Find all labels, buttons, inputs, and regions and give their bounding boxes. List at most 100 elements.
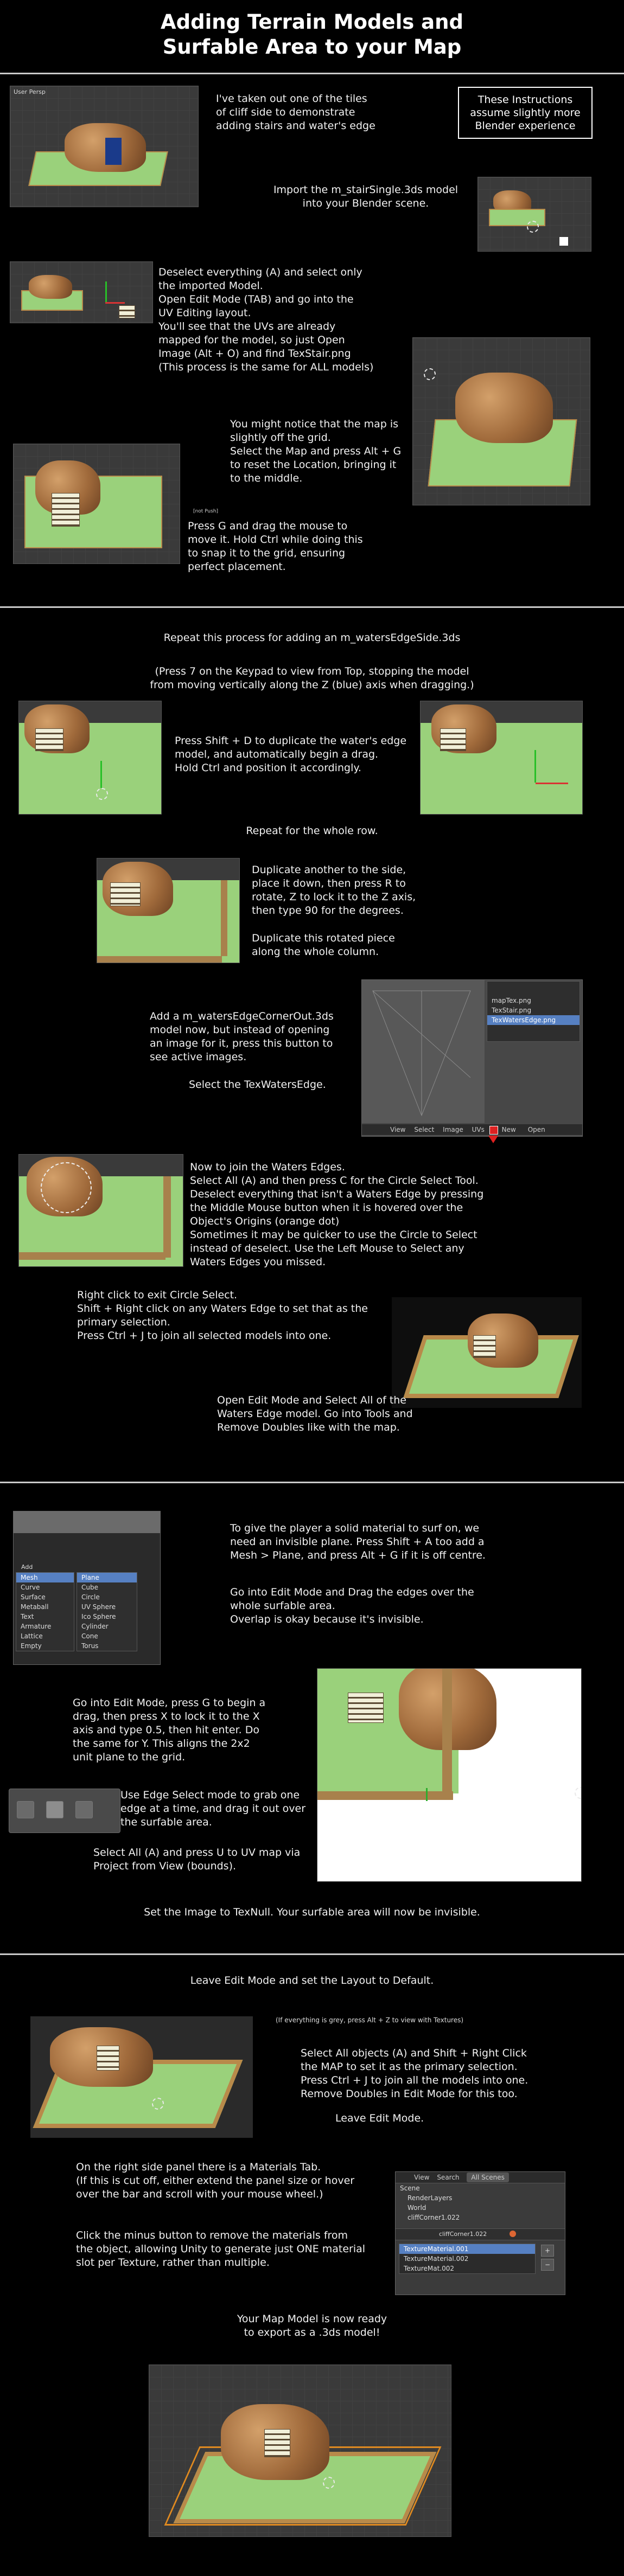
stair-rotate: [110, 882, 141, 906]
mesh-menu-item[interactable]: Cylinder: [77, 1622, 137, 1631]
pressg-text: Press G and drag the mouse to move it. H…: [188, 520, 363, 573]
image-item[interactable]: mapTex.png: [487, 996, 580, 1005]
grey-text: (If everything is grey, press Alt + Z to…: [276, 2016, 464, 2024]
add-material-slot-button[interactable]: +: [541, 2245, 554, 2257]
stair-plane: [348, 1693, 384, 1723]
viewport-final[interactable]: [149, 2364, 451, 2537]
uv-wireframe: [372, 990, 471, 1117]
mesh-menu-item-plane[interactable]: Plane: [77, 1573, 137, 1582]
leave-text: Leave Edit Mode and set the Layout to De…: [190, 1975, 434, 1987]
stair-top: [440, 728, 466, 751]
add-menu-item[interactable]: Metaball: [16, 1602, 74, 1612]
row-text: Repeat for the whole row.: [246, 825, 378, 837]
outliner-item[interactable]: cliffCorner1.022: [396, 2213, 565, 2222]
menu-view[interactable]: View: [365, 1126, 405, 1133]
viewport-default-layout[interactable]: [30, 2016, 253, 2138]
browse-image-button[interactable]: [489, 1126, 498, 1135]
mesh-menu-item[interactable]: UV Sphere: [77, 1602, 137, 1612]
material-slot[interactable]: TextureMaterial.001: [399, 2244, 535, 2254]
join-text: Now to join the Waters Edges. Select All…: [190, 1161, 484, 1268]
outliner-item[interactable]: World: [396, 2203, 565, 2213]
mesh-submenu[interactable]: Plane Cube Circle UV Sphere Ico Sphere C…: [77, 1572, 137, 1651]
mesh-menu-item[interactable]: Cube: [77, 1582, 137, 1592]
waters-edge-row: [97, 956, 222, 963]
scene-filter-dropdown[interactable]: All Scenes: [467, 2173, 509, 2182]
add-menu-item[interactable]: Curve: [16, 1582, 74, 1592]
remove-material-slot-button[interactable]: −: [541, 2259, 554, 2271]
properties-panel[interactable]: View Search All Scenes Scene RenderLayer…: [395, 2171, 565, 2295]
viewport-circle-select[interactable]: [18, 1154, 183, 1267]
leave2-text: Leave Edit Mode.: [335, 2112, 424, 2124]
stair-top: [35, 728, 63, 751]
menu-uvs[interactable]: UVs: [472, 1126, 485, 1133]
viewport-top-left[interactable]: [18, 701, 162, 815]
add-menu-item[interactable]: Armature: [16, 1622, 74, 1631]
stair-model-move: [52, 493, 80, 527]
menu-search[interactable]: Search: [437, 2174, 459, 2181]
viewport-move[interactable]: [13, 444, 180, 564]
cursor-3d: [96, 788, 108, 800]
y-axis-arrow: [100, 761, 102, 788]
open-image-button[interactable]: Open: [528, 1126, 545, 1133]
menu-select[interactable]: Select: [414, 1126, 434, 1133]
mesh-menu-item[interactable]: Cone: [77, 1631, 137, 1641]
stair-joined: [473, 1335, 496, 1358]
rotate-text: Duplicate another to the side, place it …: [252, 864, 416, 917]
viewport-user-persp[interactable]: User Persp: [10, 86, 199, 207]
vertex-select-icon[interactable]: [17, 1801, 34, 1818]
waters-edge-column: [442, 1669, 452, 1793]
grid-text: You might notice that the map is slightl…: [230, 418, 402, 484]
divider: [0, 1953, 624, 1955]
material-slot[interactable]: TextureMaterial.002: [399, 2254, 535, 2264]
materials-text: On the right side panel there is a Mater…: [76, 2161, 355, 2200]
add-menu-item[interactable]: Mesh: [16, 1573, 74, 1582]
menu-view[interactable]: View: [414, 2174, 429, 2181]
image-browser[interactable]: mapTex.png TexStair.png TexWatersEdge.pn…: [487, 981, 580, 1042]
add-menu[interactable]: Mesh Curve Surface Metaball Text Armatur…: [16, 1572, 74, 1651]
viewport-import[interactable]: [477, 177, 591, 252]
y-axis-arrow: [534, 750, 536, 783]
uvmap-text: Select All (A) and press U to UV map via…: [93, 1847, 301, 1872]
outliner-item-scene[interactable]: Scene: [396, 2183, 565, 2193]
viewport-grid[interactable]: [412, 337, 590, 505]
add-menu-item[interactable]: Lattice: [16, 1631, 74, 1641]
mesh-menu-item[interactable]: Torus: [77, 1641, 137, 1651]
x-axis-arrow: [105, 302, 125, 304]
edge-select-icon[interactable]: [46, 1801, 63, 1818]
x-axis-arrow: [536, 783, 568, 784]
new-image-button[interactable]: New: [502, 1126, 516, 1133]
image-item[interactable]: TexStair.png: [487, 1005, 580, 1015]
stair-gap: [105, 138, 122, 165]
image-item-selected[interactable]: TexWatersEdge.png: [487, 1015, 580, 1025]
stair-final: [264, 2429, 290, 2457]
minus-text: Click the minus button to remove the mat…: [76, 2229, 366, 2269]
material-slot[interactable]: TextureMat.002: [399, 2264, 535, 2273]
add-menu-item[interactable]: Text: [16, 1612, 74, 1622]
experience-note-text: These Instructions assume slightly more …: [470, 94, 581, 132]
properties-tabs[interactable]: cliffCorner1.022: [396, 2228, 565, 2240]
materials-tab-icon[interactable]: [510, 2231, 516, 2237]
uv-image-editor[interactable]: mapTex.png TexStair.png TexWatersEdge.pn…: [361, 979, 583, 1137]
cliff-rock-uv: [29, 275, 72, 299]
title-line-1: Adding Terrain Models and: [161, 10, 463, 34]
add-menu-item[interactable]: Empty: [16, 1641, 74, 1651]
experience-note: These Instructions assume slightly more …: [458, 87, 593, 139]
face-select-icon[interactable]: [75, 1801, 93, 1818]
outliner-item[interactable]: RenderLayers: [396, 2193, 565, 2203]
viewport-top-right[interactable]: [420, 701, 583, 815]
red-arrow-icon: [488, 1136, 498, 1143]
menu-image[interactable]: Image: [443, 1126, 463, 1133]
viewport-uv-editing[interactable]: [10, 261, 153, 323]
page-title: Adding Terrain Models and Surfable Area …: [0, 10, 624, 60]
viewport-plane[interactable]: [317, 1668, 582, 1882]
viewport-rotate[interactable]: [97, 858, 240, 963]
editdrag-text: Go into Edit Mode and Drag the edges ove…: [230, 1586, 474, 1625]
viewport-joined[interactable]: [392, 1297, 582, 1408]
mesh-menu-item[interactable]: Ico Sphere: [77, 1612, 137, 1622]
material-slot-list[interactable]: TextureMaterial.001 TextureMaterial.002 …: [399, 2244, 536, 2274]
add-menu-item[interactable]: Surface: [16, 1592, 74, 1602]
mesh-menu-item[interactable]: Circle: [77, 1592, 137, 1602]
uv-canvas: [362, 980, 485, 1123]
divider: [0, 606, 624, 608]
doubles-text: Open Edit Mode and Select All of the Wat…: [217, 1394, 413, 1433]
